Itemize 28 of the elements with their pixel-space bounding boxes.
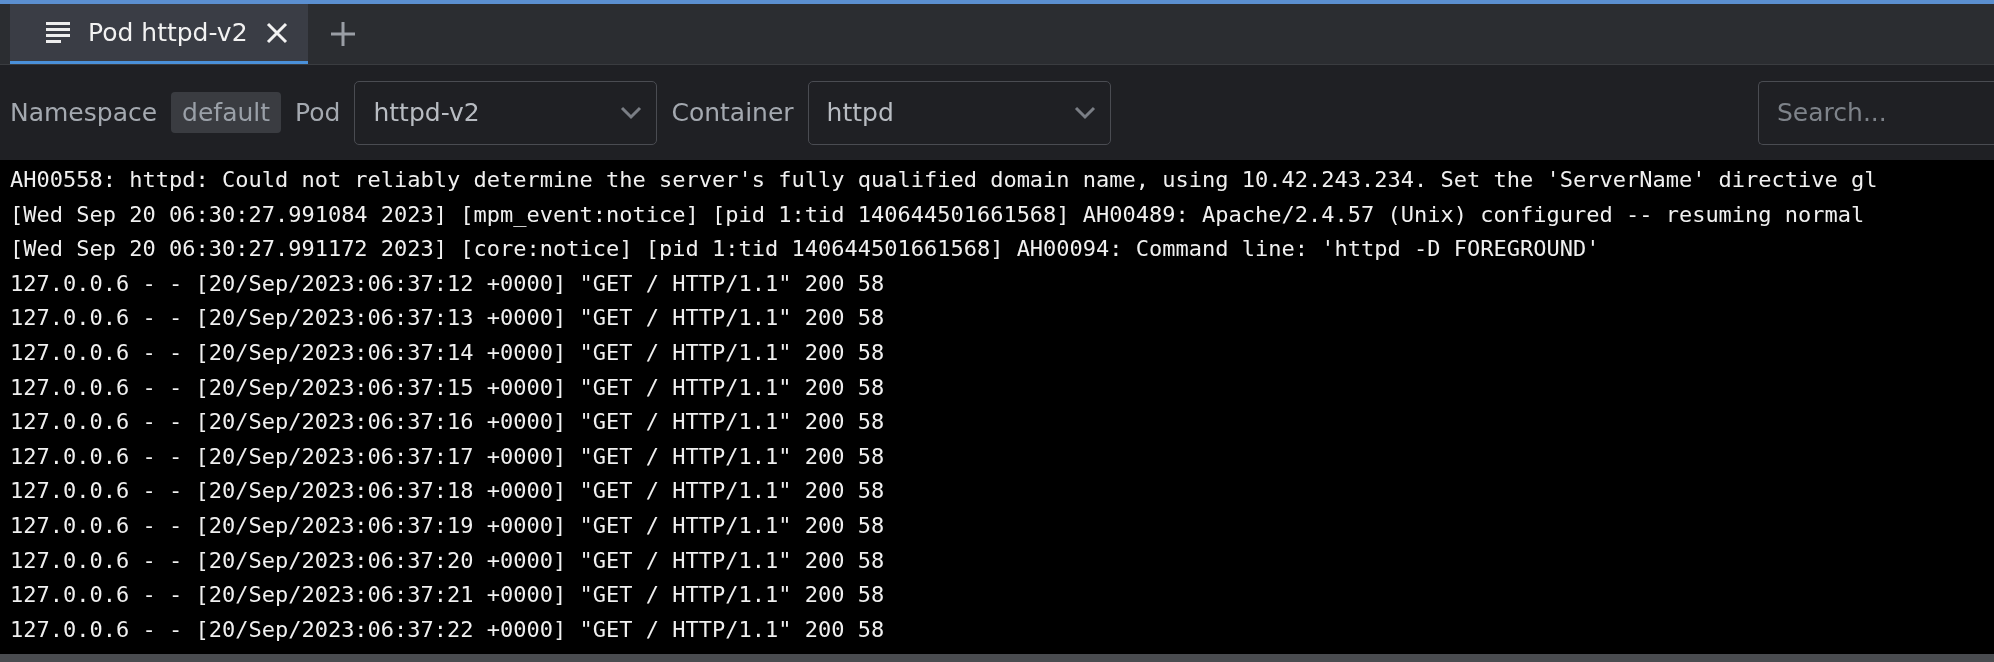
namespace-value: default: [171, 92, 282, 133]
search-field[interactable]: Search...: [1758, 80, 1994, 145]
log-line: AH00558: httpd: Could not reliably determine the server's fully qualified domain name, using 10.42.243.234. Set the 'ServerName' directive gl: [9, 166, 1879, 194]
container-label: Container: [671, 98, 794, 127]
log-line: 127.0.0.6 - - [20/Sep/2023:06:37:18 +0000] "GET / HTTP/1.1" 200 58: [9, 477, 886, 506]
log-line: 127.0.0.6 - - [20/Sep/2023:06:37:19 +0000] "GET / HTTP/1.1" 200 58: [9, 511, 886, 540]
close-icon[interactable]: [265, 21, 288, 44]
log-line: [Wed Sep 20 06:30:27.991084 2023] [mpm_event:notice] [pid 1:tid 140644501661568] AH00489: Apache/2.4.57 (Unix) configured -- resuming normal: [9, 200, 1866, 229]
chevron-down-icon: [620, 105, 643, 120]
log-line: 127.0.0.6 - - [20/Sep/2023:06:37:17 +0000] "GET / HTTP/1.1" 200 58: [9, 442, 886, 471]
log-line: 127.0.0.6 - - [20/Sep/2023:06:37:20 +0000] "GET / HTTP/1.1" 200 58: [9, 546, 886, 575]
log-line: 127.0.0.6 - - [20/Sep/2023:06:37:15 +0000] "GET / HTTP/1.1" 200 58: [9, 373, 886, 402]
log-line: 127.0.0.6 - - [20/Sep/2023:06:37:16 +0000] "GET / HTTP/1.1" 200 58: [9, 408, 886, 437]
tab[interactable]: Pod httpd-v2: [10, 4, 308, 64]
namespace-label: Namespace: [10, 98, 158, 127]
log-line: 127.0.0.6 - - [20/Sep/2023:06:37:12 +0000] "GET / HTTP/1.1" 200 58: [9, 269, 886, 298]
log-line: 127.0.0.6 - - [20/Sep/2023:06:37:14 +0000] "GET / HTTP/1.1" 200 58: [9, 338, 886, 367]
log-line: [Wed Sep 20 06:30:27.991172 2023] [core:notice] [pid 1:tid 140644501661568] AH00094: Command line: 'httpd -D FOREGROUND': [9, 235, 1601, 264]
horizontal-scrollbar[interactable]: [0, 654, 1994, 662]
pod-label: Pod: [295, 98, 341, 127]
log-lines-icon: [46, 21, 70, 44]
log-line: 127.0.0.6 - - [20/Sep/2023:06:37:21 +0000] "GET / HTTP/1.1" 200 58: [9, 581, 886, 610]
tab-label: Pod httpd-v2: [88, 18, 248, 47]
container-dropdown[interactable]: httpd: [807, 80, 1111, 145]
log-line: 127.0.0.6 - - [20/Sep/2023:06:37:22 +0000] "GET / HTTP/1.1" 200 58: [9, 615, 886, 644]
pod-dropdown[interactable]: httpd-v2: [354, 80, 658, 145]
chevron-down-icon: [1073, 105, 1096, 120]
log-line: 127.0.0.6 - - [20/Sep/2023:06:37:13 +0000] "GET / HTTP/1.1" 200 58: [9, 304, 886, 333]
